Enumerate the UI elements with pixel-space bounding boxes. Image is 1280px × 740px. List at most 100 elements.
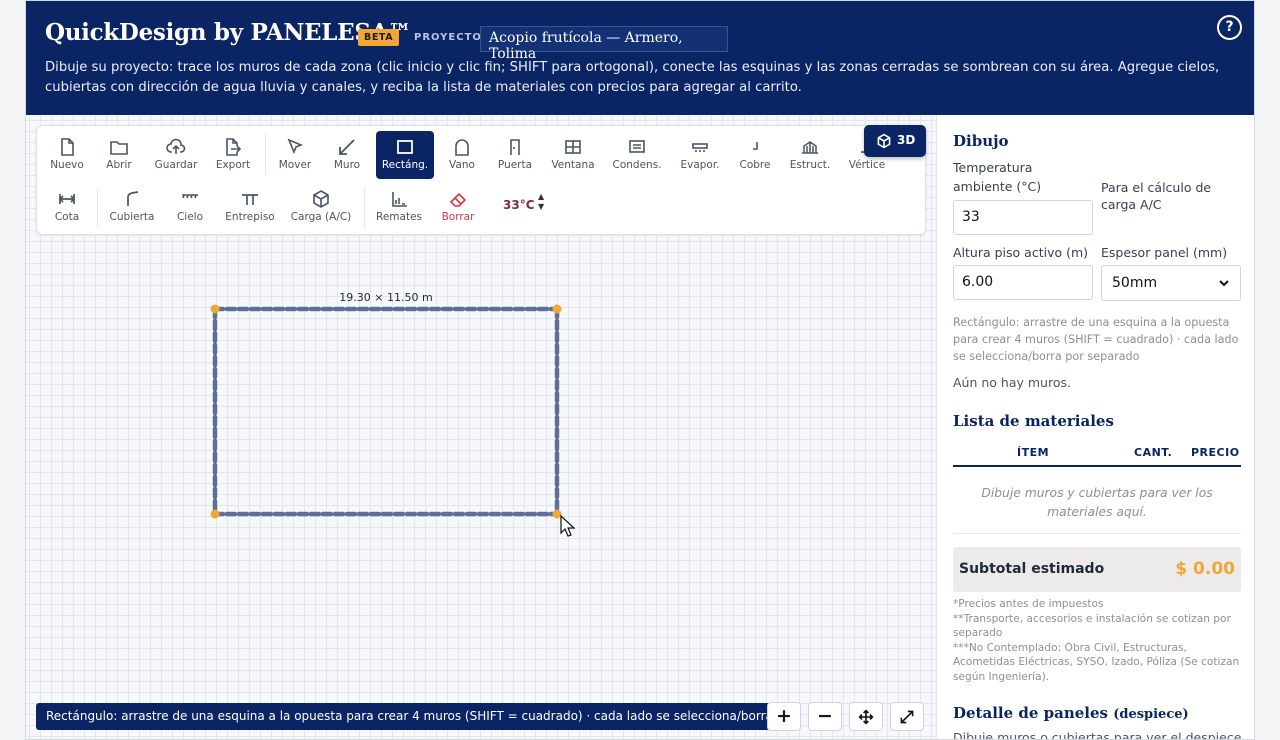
tool-rectang[interactable]: Rectáng. — [376, 131, 434, 179]
tool-abrir[interactable]: Abrir — [90, 131, 148, 179]
vertex-node — [552, 304, 562, 314]
project-label: PROYECTO — [414, 32, 482, 43]
cube-icon — [877, 133, 891, 149]
trim-icon — [392, 192, 407, 207]
thickness-select-value: 50mm — [1112, 275, 1158, 291]
expand-icon — [900, 710, 914, 724]
tool-ventana[interactable]: Ventana — [544, 131, 602, 179]
section-title-paneles: Detalle de paneles (despiece) — [953, 704, 1189, 722]
arch-icon — [455, 139, 469, 156]
panels-empty-text: Dibuje muros o cubiertas para ver el des… — [953, 730, 1242, 740]
tool-mover[interactable]: Mover — [266, 131, 324, 179]
window-icon — [565, 140, 581, 154]
thickness-select[interactable]: 50mm — [1101, 265, 1241, 301]
header: QuickDesign by PANELESA™ BETA PROYECTO A… — [26, 1, 1254, 115]
tool-remates[interactable]: Remates — [370, 183, 428, 231]
mouse-cursor-icon — [560, 514, 576, 537]
vertex-node — [210, 509, 220, 519]
drawing-canvas[interactable]: 19.30 × 11.50 m Nuevo Abrir Guardar Expo… — [26, 115, 936, 739]
tool-borrar[interactable]: Borrar — [429, 183, 487, 231]
no-walls-text: Aún no hay muros. — [953, 375, 1071, 390]
materials-empty-text: Dibuje muros y cubiertas para ver los ma… — [981, 486, 1213, 519]
subtotal-value: $ 0.00 — [1175, 559, 1235, 579]
copper-pipe-icon — [753, 142, 758, 150]
note-taxes: *Precios antes de impuestos — [953, 598, 1104, 610]
tool-carga[interactable]: Carga (A/C) — [287, 183, 355, 231]
condenser-icon — [629, 140, 645, 153]
cursor-icon — [287, 138, 304, 155]
note-transport: **Transporte, accesorios e instalación s… — [953, 612, 1231, 640]
tool-export[interactable]: Export — [204, 131, 262, 179]
eraser-icon — [449, 192, 467, 207]
tool-entrepiso[interactable]: Entrepiso — [221, 183, 279, 231]
tool-nuevo[interactable]: Nuevo — [38, 131, 96, 179]
cloud-upload-icon — [166, 138, 186, 154]
tool-cobre[interactable]: Cobre — [726, 131, 784, 179]
pan-button[interactable] — [849, 702, 883, 731]
instructions-text: Dibuje su proyecto: trace los muros de c… — [45, 60, 1220, 95]
toolbar-divider — [97, 188, 98, 228]
toolbar: Nuevo Abrir Guardar Export Mover Muro Re… — [36, 125, 926, 235]
wall-line-icon — [339, 139, 355, 155]
project-name-input[interactable]: Acopio frutícola — Armero, Tolima — [480, 26, 728, 62]
file-export-icon — [226, 138, 242, 156]
toolbar-divider — [364, 188, 365, 228]
tool-cota[interactable]: Cota — [38, 183, 96, 231]
vertex-node — [210, 304, 220, 314]
tool-condens[interactable]: Condens. — [608, 131, 666, 179]
tool-hint: Rectángulo: arrastre de una esquina a la… — [953, 316, 1239, 363]
subtotal-label: Subtotal estimado — [959, 561, 1105, 577]
status-bar: Rectángulo: arrastre de una esquina a la… — [36, 703, 801, 730]
section-title-dibujo: Dibujo — [953, 132, 1009, 150]
temperature-input[interactable]: 33 — [953, 200, 1093, 235]
dimension-icon — [58, 194, 76, 204]
chevron-down-icon — [1219, 280, 1229, 287]
file-icon — [61, 138, 74, 156]
temperature-stepper[interactable]: ▲ ▼ — [538, 192, 544, 212]
fullscreen-button[interactable] — [890, 702, 924, 731]
temperature-note: Para el cálculo de carga A/C — [1101, 180, 1212, 212]
zoom-in-button[interactable]: + — [767, 702, 801, 731]
folder-icon — [110, 141, 128, 155]
mezzanine-icon — [242, 194, 258, 205]
vertex-node — [552, 509, 562, 519]
app-window: QuickDesign by PANELESA™ BETA PROYECTO A… — [25, 0, 1255, 740]
table-header-rule — [953, 465, 1241, 467]
tool-cubierta[interactable]: Cubierta — [103, 183, 161, 231]
thickness-label: Espesor panel (mm) — [1101, 245, 1228, 260]
col-header-qty: CANT. — [1134, 446, 1173, 459]
tool-cielo[interactable]: Cielo — [161, 183, 219, 231]
col-header-price: PRECIO — [1191, 446, 1240, 459]
view-3d-button[interactable]: 3D — [864, 125, 926, 157]
tool-muro[interactable]: Muro — [318, 131, 376, 179]
app-title: QuickDesign by PANELESA™ — [45, 19, 411, 46]
door-icon — [510, 139, 520, 155]
cube-icon — [313, 190, 329, 208]
structure-icon — [802, 141, 818, 154]
dimension-label: 19.30 × 11.50 m — [339, 291, 432, 304]
temperature-readout: 33°C — [503, 198, 535, 212]
tool-evapor[interactable]: Evapor. — [671, 131, 729, 179]
note-not-included: ***No Contemplado: Obra Civil, Estructur… — [953, 641, 1240, 683]
help-button[interactable]: ? — [1217, 15, 1242, 40]
tool-vano[interactable]: Vano — [433, 131, 491, 179]
tool-estruct[interactable]: Estruct. — [781, 131, 839, 179]
height-input[interactable]: 6.00 — [953, 265, 1093, 300]
beta-badge: BETA — [358, 29, 400, 46]
move-icon — [858, 709, 874, 725]
price-notes: *Precios antes de impuestos **Transporte… — [953, 597, 1241, 685]
temperature-label: Temperatura ambiente (°C) — [953, 160, 1042, 194]
ceiling-icon — [182, 194, 198, 199]
zoom-out-button[interactable]: − — [808, 702, 842, 731]
section-title-materiales: Lista de materiales — [953, 412, 1114, 430]
tool-puerta[interactable]: Puerta — [486, 131, 544, 179]
subtotal-box: Subtotal estimado $ 0.00 — [953, 547, 1241, 592]
height-label: Altura piso activo (m) — [953, 245, 1089, 260]
rectangle-icon — [397, 140, 413, 154]
side-panel: Dibujo Temperatura ambiente (°C) Para el… — [936, 115, 1254, 740]
divider — [953, 533, 1241, 534]
roof-icon — [127, 191, 139, 206]
col-header-item: ÍTEM — [1017, 446, 1050, 459]
evaporator-icon — [692, 143, 708, 152]
tool-guardar[interactable]: Guardar — [147, 131, 205, 179]
